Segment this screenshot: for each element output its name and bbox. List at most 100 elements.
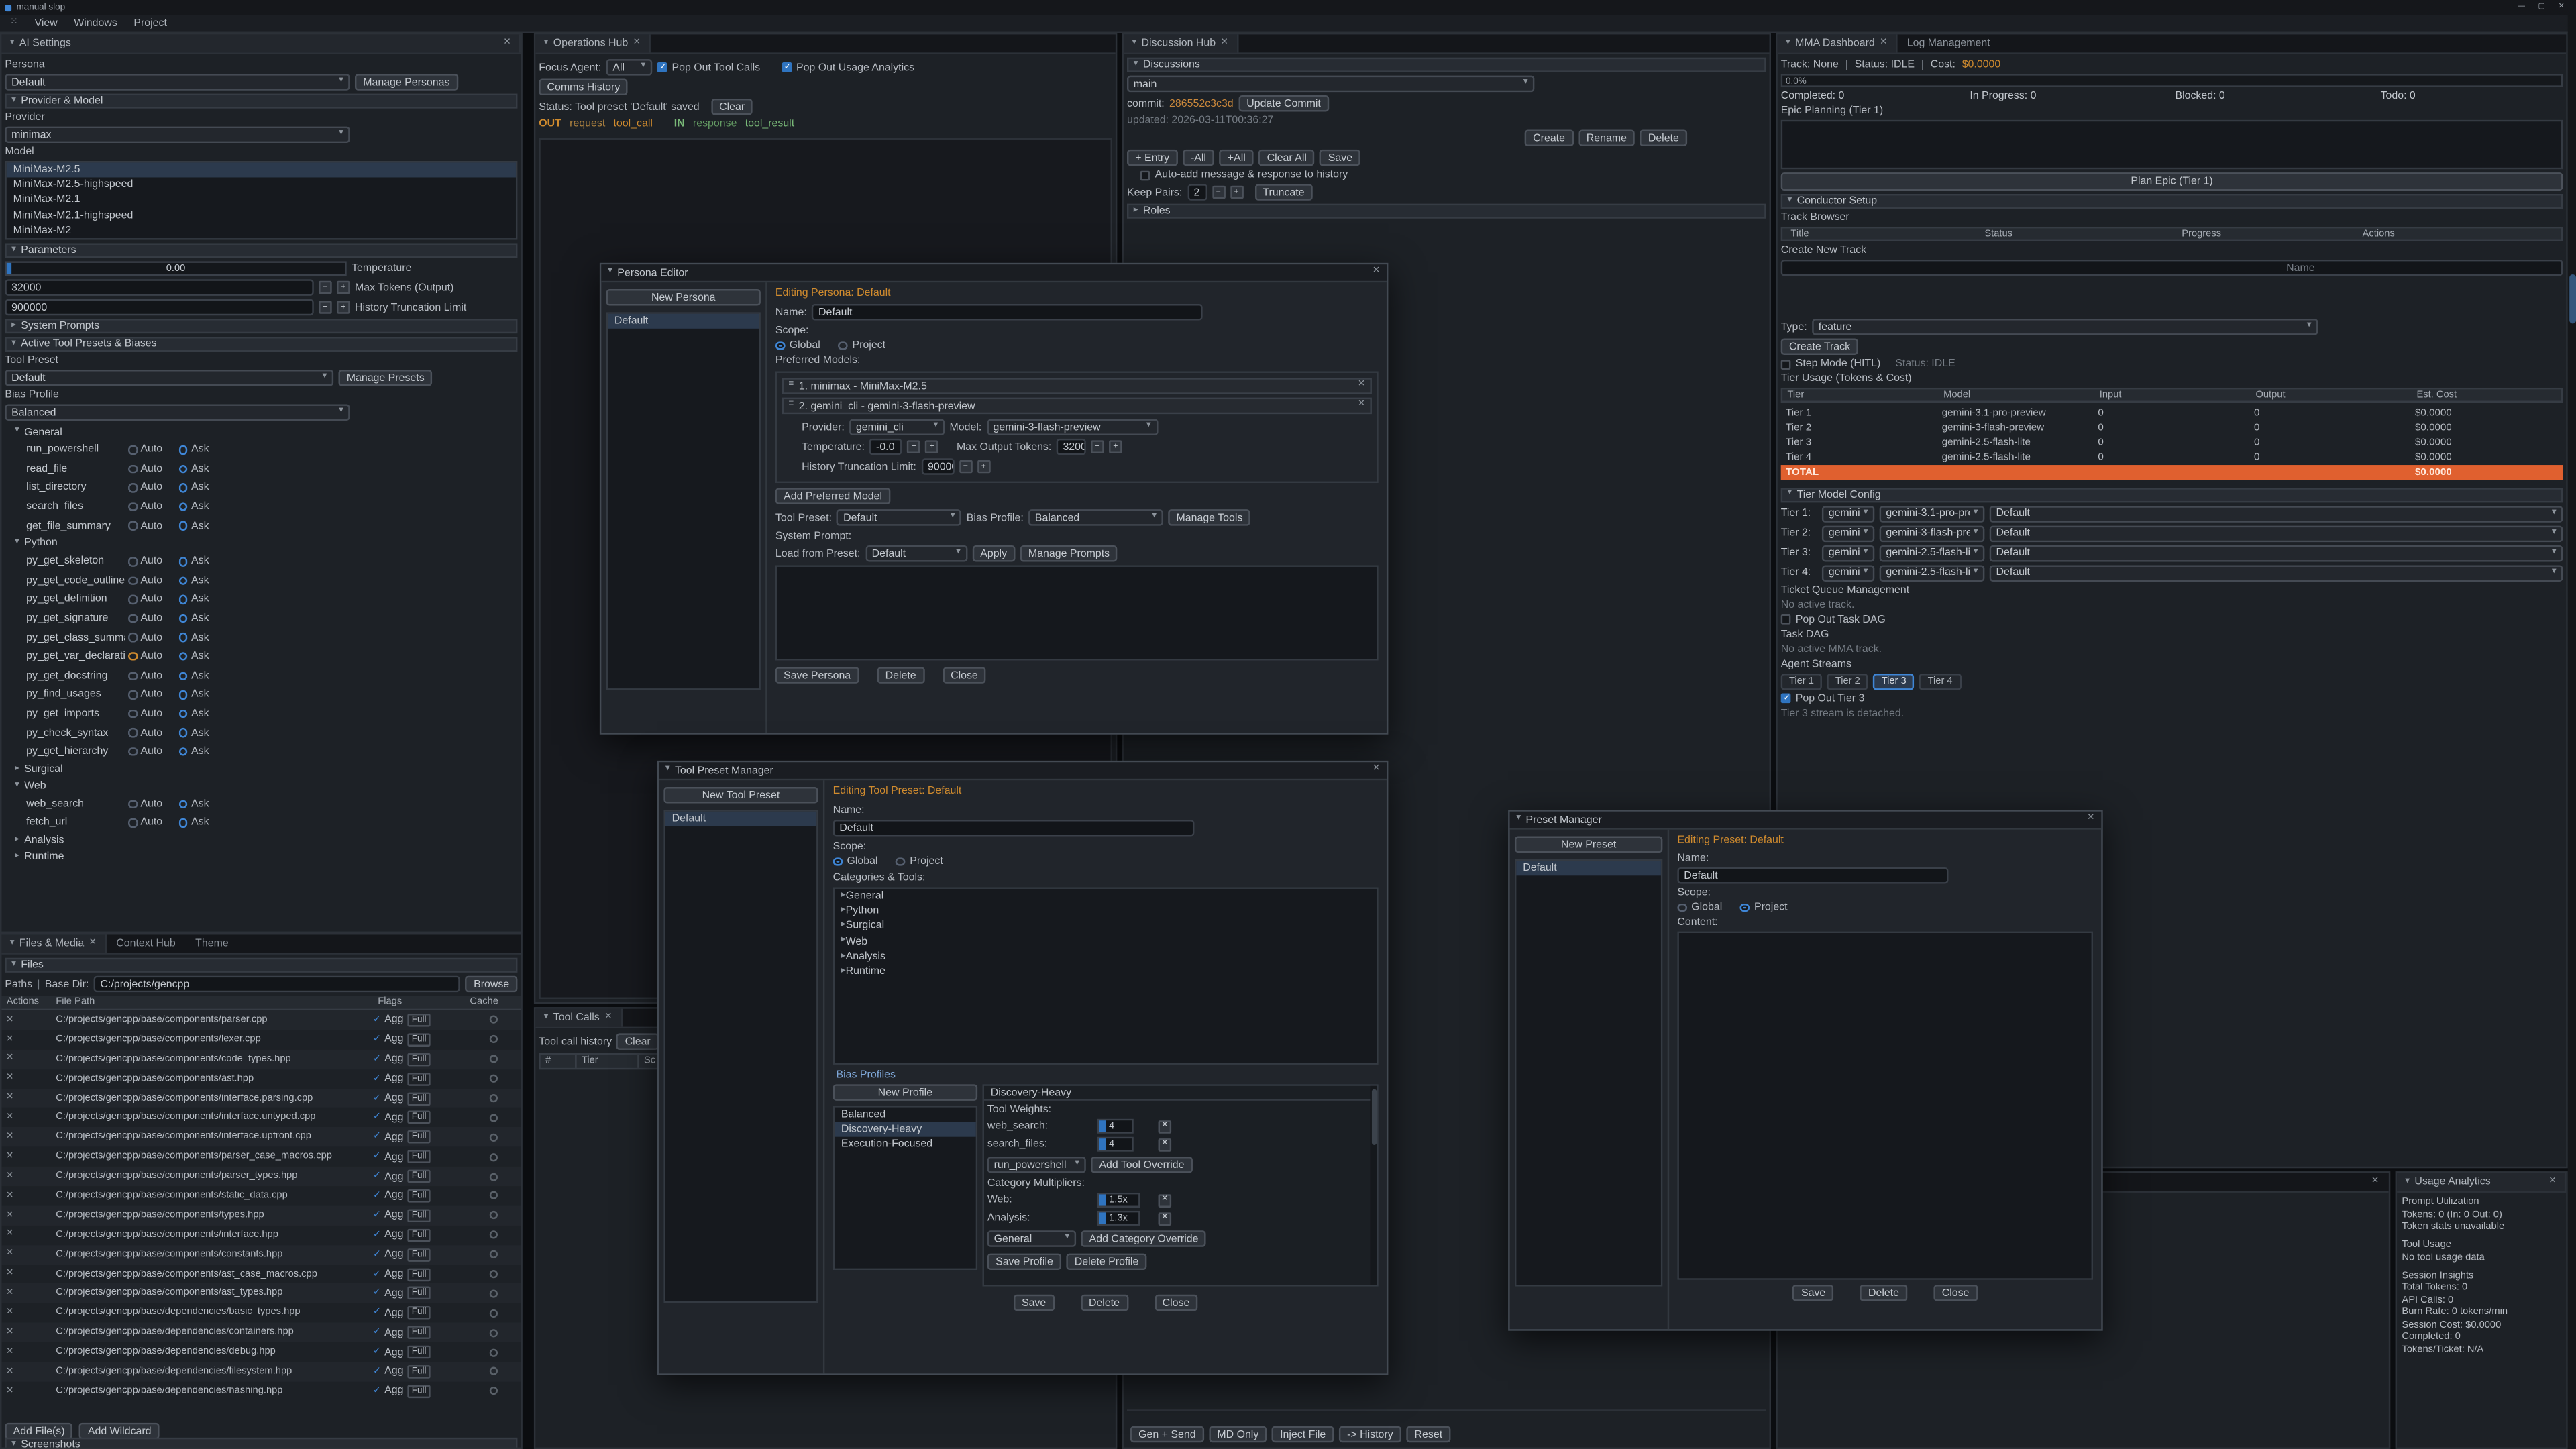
minus-all-button[interactable]: -All	[1183, 150, 1214, 166]
add-entry-button[interactable]: + Entry	[1127, 150, 1177, 166]
ask-radio[interactable]	[179, 521, 188, 530]
ask-radio[interactable]	[179, 502, 188, 511]
auto-radio[interactable]	[128, 464, 137, 473]
full-toggle[interactable]: Full	[407, 1170, 431, 1183]
system-prompt-textarea[interactable]	[775, 565, 1379, 660]
agg-check-icon[interactable]	[373, 1230, 381, 1240]
auto-radio[interactable]	[128, 521, 137, 530]
tier-model-select[interactable]: gemini-2.5-flash-lite	[1880, 545, 1985, 561]
temperature-input[interactable]: -0.0	[869, 439, 902, 455]
increment-button[interactable]	[926, 440, 939, 453]
full-toggle[interactable]: Full	[407, 1228, 431, 1242]
ask-radio[interactable]	[179, 445, 188, 454]
full-toggle[interactable]: Full	[407, 1014, 431, 1027]
stream-tab[interactable]: Tier 1	[1781, 673, 1823, 689]
conductor-setup-header[interactable]: Conductor Setup	[1781, 194, 2563, 209]
remove-file-icon[interactable]	[1, 1055, 17, 1064]
tier-model-select[interactable]: gemini-3.1-pro-preview	[1880, 505, 1985, 521]
ask-radio[interactable]	[179, 800, 188, 808]
drag-handle-icon[interactable]	[789, 401, 794, 410]
remove-multiplier-button[interactable]	[1159, 1212, 1172, 1226]
ask-radio[interactable]	[179, 709, 188, 718]
tier-preset-select[interactable]: Default	[1990, 545, 2563, 561]
save-persona-button[interactable]: Save Persona	[775, 667, 859, 683]
ask-radio[interactable]	[179, 729, 188, 737]
close-icon[interactable]	[1373, 766, 1380, 775]
scrollbar-thumb[interactable]	[1371, 1089, 1376, 1145]
decrement-button[interactable]	[1091, 440, 1104, 453]
full-toggle[interactable]: Full	[407, 1267, 431, 1281]
delete-button[interactable]: Delete	[1860, 1285, 1908, 1301]
close-icon[interactable]	[604, 1013, 612, 1022]
full-toggle[interactable]: Full	[407, 1307, 431, 1320]
auto-radio[interactable]	[128, 445, 137, 454]
close-icon[interactable]	[633, 39, 641, 48]
tier-model-select[interactable]: gemini-2.5-flash-lite	[1880, 564, 1985, 580]
clear-tool-calls-button[interactable]: Clear	[616, 1033, 659, 1049]
close-icon[interactable]	[1220, 39, 1228, 48]
history-truncation-input[interactable]: 900000	[921, 458, 954, 474]
remove-file-icon[interactable]	[1, 1036, 17, 1044]
scope-project-radio[interactable]	[896, 857, 904, 866]
provider-select[interactable]: gemini_cli	[849, 419, 945, 435]
track-type-select[interactable]: feature	[1812, 319, 2318, 335]
pop-out-tool-calls-checkbox[interactable]	[657, 62, 667, 72]
tab-ai-settings[interactable]: AI Settings	[1, 34, 521, 52]
provider-select[interactable]: minimax	[5, 127, 350, 143]
tab-operations-hub[interactable]: Operations Hub	[535, 34, 650, 52]
apply-button[interactable]: Apply	[972, 545, 1015, 561]
delete-persona-button[interactable]: Delete	[877, 667, 924, 683]
tool-group-general[interactable]: General	[1, 424, 521, 440]
close-icon[interactable]	[1880, 39, 1887, 48]
model-list-item[interactable]: MiniMax-M2.1	[7, 193, 516, 208]
close-icon[interactable]	[2371, 1177, 2379, 1186]
multiplier-input[interactable]: 1.3x	[1097, 1211, 1140, 1226]
tier-preset-select[interactable]: Default	[1990, 525, 2563, 541]
weight-input[interactable]: 4	[1097, 1119, 1134, 1134]
step-mode-checkbox[interactable]	[1781, 359, 1791, 369]
ask-radio[interactable]	[179, 633, 188, 642]
new-profile-button[interactable]: New Profile	[833, 1084, 978, 1100]
decrement-button[interactable]	[1212, 186, 1225, 199]
category-tree-item[interactable]: Surgical	[835, 919, 1377, 934]
pop-out-tier3-checkbox[interactable]	[1781, 694, 1791, 704]
bias-profile-list-item[interactable]: Execution-Focused	[835, 1138, 976, 1153]
manage-personas-button[interactable]: Manage Personas	[355, 74, 458, 90]
remove-file-icon[interactable]	[1, 1231, 17, 1240]
full-toggle[interactable]: Full	[407, 1346, 431, 1359]
remove-file-icon[interactable]	[1, 1173, 17, 1181]
persona-select[interactable]: Default	[5, 74, 350, 90]
tool-override-select[interactable]: run_powershell	[987, 1157, 1086, 1173]
remove-file-icon[interactable]	[1, 1134, 17, 1142]
decrement-button[interactable]	[908, 440, 921, 453]
close-dialog-button[interactable]: Close	[943, 667, 986, 683]
tool-presets-section-header[interactable]: Active Tool Presets & Biases	[5, 337, 517, 352]
remove-file-icon[interactable]	[1, 1114, 17, 1123]
truncate-button[interactable]: Truncate	[1254, 184, 1313, 200]
save-profile-button[interactable]: Save Profile	[987, 1254, 1061, 1270]
remove-model-icon[interactable]	[1358, 401, 1365, 410]
profile-scrollbar[interactable]	[1370, 1086, 1377, 1285]
save-button[interactable]: Save	[1014, 1295, 1055, 1311]
scope-project-radio[interactable]	[839, 341, 847, 350]
full-toggle[interactable]: Full	[407, 1111, 431, 1124]
decrement-button[interactable]	[319, 281, 332, 294]
tool-group-surgical[interactable]: Surgical	[1, 761, 521, 777]
new-preset-button[interactable]: New Preset	[1515, 837, 1662, 853]
category-override-select[interactable]: General	[987, 1231, 1076, 1247]
persona-editor-titlebar[interactable]: Persona Editor	[601, 264, 1387, 282]
full-toggle[interactable]: Full	[407, 1091, 431, 1105]
scrollbar-thumb[interactable]	[2569, 274, 2575, 323]
ask-radio[interactable]	[179, 557, 188, 566]
tool-preset-select[interactable]: Default	[5, 370, 333, 386]
tier-provider-select[interactable]: gemini	[1822, 525, 1874, 541]
model-list-item[interactable]: MiniMax-M2.5-highspeed	[7, 178, 516, 193]
discussions-section-header[interactable]: Discussions	[1127, 58, 1766, 72]
plan-epic-button[interactable]: Plan Epic (Tier 1)	[1781, 172, 2563, 191]
composer-button[interactable]: Gen + Send	[1130, 1426, 1204, 1442]
close-icon[interactable]	[2548, 1177, 2556, 1186]
decrement-button[interactable]	[959, 460, 973, 474]
epic-planning-textarea[interactable]	[1781, 120, 2563, 169]
update-commit-button[interactable]: Update Commit	[1238, 95, 1329, 111]
keep-pairs-input[interactable]: 2	[1187, 184, 1207, 200]
